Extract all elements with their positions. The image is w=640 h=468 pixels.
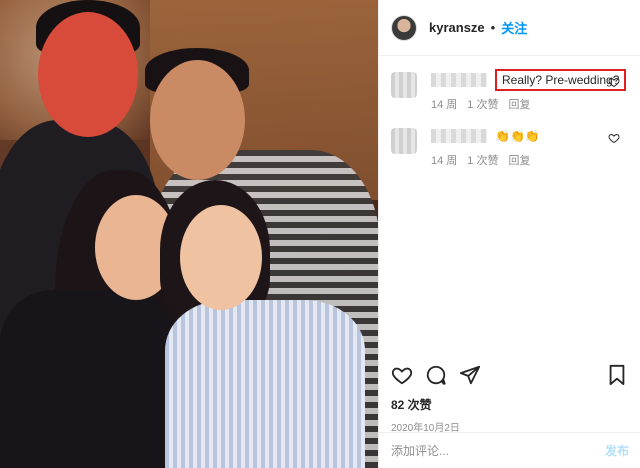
user-avatar[interactable]: [391, 14, 417, 41]
comment-item: Really? Pre-wedding? 14 周 1 次赞 回复: [391, 68, 628, 112]
comment-time[interactable]: 14 周: [431, 96, 457, 112]
photo-person-1-face: [38, 12, 138, 137]
comment-bubble-icon[interactable]: [425, 364, 447, 386]
share-paper-plane-icon[interactable]: [459, 364, 481, 386]
commenter-avatar[interactable]: [391, 72, 417, 98]
post-header: kyransze • 关注: [379, 0, 640, 56]
bookmark-icon[interactable]: [607, 364, 627, 386]
comment-time[interactable]: 14 周: [431, 152, 457, 168]
post-actions: 82 次赞 2020年10月2日: [379, 360, 640, 434]
photo-person-4-body: [165, 300, 365, 468]
blurred-username[interactable]: [431, 129, 487, 143]
comment-line: Really? Pre-wedding?: [431, 68, 628, 92]
separator-dot: •: [490, 20, 496, 35]
comments-list: Really? Pre-wedding? 14 周 1 次赞 回复 👏👏👏 14…: [379, 56, 640, 168]
add-comment-input[interactable]: [391, 443, 605, 458]
post-photo[interactable]: [0, 0, 378, 468]
photo-person-4-face: [180, 205, 262, 310]
username-link[interactable]: kyransze: [429, 20, 485, 35]
comment-likes[interactable]: 1 次赞: [467, 152, 498, 168]
post-side-panel: kyransze • 关注 Really? Pre-wedding? 14 周 …: [378, 0, 640, 468]
blurred-username[interactable]: [431, 73, 487, 87]
comment-item: 👏👏👏 14 周 1 次赞 回复: [391, 124, 628, 168]
comment-meta: 14 周 1 次赞 回复: [431, 152, 628, 168]
comment-line: 👏👏👏: [431, 124, 628, 148]
like-heart-icon[interactable]: [391, 364, 413, 386]
photo-person-2-face: [150, 60, 245, 180]
commenter-avatar[interactable]: [391, 128, 417, 154]
post-comment-button[interactable]: 发布: [605, 442, 629, 459]
heart-icon[interactable]: [608, 132, 620, 144]
comment-body: Really? Pre-wedding? 14 周 1 次赞 回复: [431, 68, 628, 112]
action-icons-row: [391, 360, 629, 390]
add-comment-bar: 发布: [379, 432, 640, 468]
photo-person-3-body: [0, 290, 175, 468]
comment-text-highlighted: Really? Pre-wedding?: [495, 69, 627, 91]
heart-icon[interactable]: [608, 76, 620, 88]
comment-body: 👏👏👏 14 周 1 次赞 回复: [431, 124, 628, 168]
comment-likes[interactable]: 1 次赞: [467, 96, 498, 112]
comment-text: 👏👏👏: [495, 129, 540, 143]
reply-button[interactable]: 回复: [508, 96, 530, 112]
comment-meta: 14 周 1 次赞 回复: [431, 96, 628, 112]
reply-button[interactable]: 回复: [508, 152, 530, 168]
likes-count[interactable]: 82 次赞: [391, 396, 629, 413]
follow-button[interactable]: 关注: [501, 18, 527, 37]
